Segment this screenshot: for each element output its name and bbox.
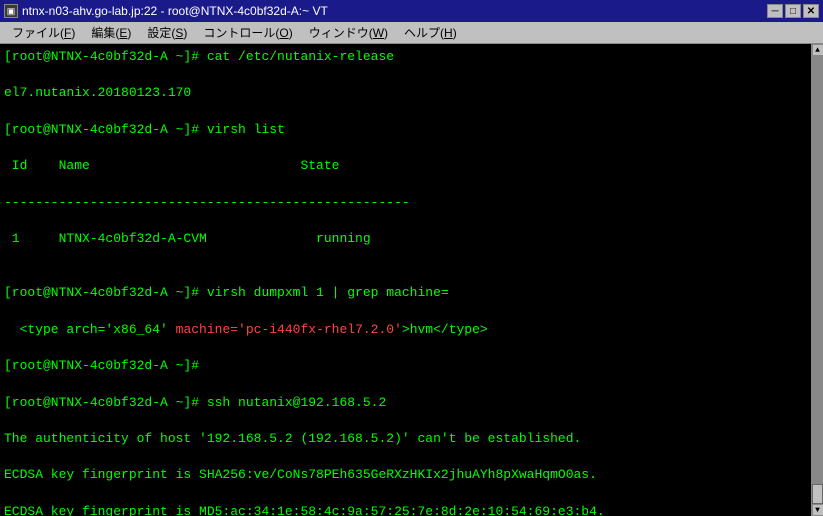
scroll-thumb[interactable] (812, 484, 823, 504)
terminal-line-1: el7.nutanix.20180123.170 (4, 84, 807, 102)
terminal-line-11: The authenticity of host '192.168.5.2 (1… (4, 430, 807, 448)
terminal-line-0: [root@NTNX-4c0bf32d-A ~]# cat /etc/nutan… (4, 48, 807, 66)
terminal-line-8: <type arch='x86_64' machine='pc-i440fx-r… (4, 321, 807, 339)
terminal-output[interactable]: [root@NTNX-4c0bf32d-A ~]# cat /etc/nutan… (0, 44, 811, 516)
terminal-container: [root@NTNX-4c0bf32d-A ~]# cat /etc/nutan… (0, 44, 823, 516)
menu-edit[interactable]: 編集(E) (83, 22, 139, 43)
minimize-button[interactable]: ─ (767, 4, 783, 18)
terminal-line-2: [root@NTNX-4c0bf32d-A ~]# virsh list (4, 121, 807, 139)
title-bar-buttons: ─ □ ✕ (767, 4, 819, 18)
terminal-line-9: [root@NTNX-4c0bf32d-A ~]# (4, 357, 807, 375)
close-button[interactable]: ✕ (803, 4, 819, 18)
maximize-button[interactable]: □ (785, 4, 801, 18)
terminal-line-10: [root@NTNX-4c0bf32d-A ~]# ssh nutanix@19… (4, 394, 807, 412)
highlight-text: machine='pc-i440fx-rhel7.2.0' (176, 322, 402, 337)
menu-bar: ファイル(F) 編集(E) 設定(S) コントロール(O) ウィンドウ(W) ヘ… (0, 22, 823, 44)
title-bar-left: ▣ ntnx-n03-ahv.go-lab.jp:22 - root@NTNX-… (4, 4, 328, 18)
menu-window[interactable]: ウィンドウ(W) (301, 22, 396, 43)
terminal-line-7: [root@NTNX-4c0bf32d-A ~]# virsh dumpxml … (4, 284, 807, 302)
terminal-icon: ▣ (4, 4, 18, 18)
terminal-line-13: ECDSA key fingerprint is MD5:ac:34:1e:58… (4, 503, 807, 516)
terminal-line-4: ----------------------------------------… (4, 194, 807, 212)
terminal-line-5: 1 NTNX-4c0bf32d-A-CVM running (4, 230, 807, 248)
menu-help[interactable]: ヘルプ(H) (396, 22, 465, 43)
scrollbar[interactable]: ▲ ▼ (811, 44, 823, 516)
menu-settings[interactable]: 設定(S) (139, 22, 195, 43)
scroll-up-button[interactable]: ▲ (812, 44, 823, 56)
terminal-line-3: Id Name State (4, 157, 807, 175)
menu-file[interactable]: ファイル(F) (4, 22, 83, 43)
title-bar: ▣ ntnx-n03-ahv.go-lab.jp:22 - root@NTNX-… (0, 0, 823, 22)
terminal-line-12: ECDSA key fingerprint is SHA256:ve/CoNs7… (4, 466, 807, 484)
scroll-down-button[interactable]: ▼ (812, 504, 823, 516)
scroll-track[interactable] (812, 56, 823, 504)
menu-control[interactable]: コントロール(O) (195, 22, 300, 43)
window-title: ntnx-n03-ahv.go-lab.jp:22 - root@NTNX-4c… (22, 4, 328, 18)
